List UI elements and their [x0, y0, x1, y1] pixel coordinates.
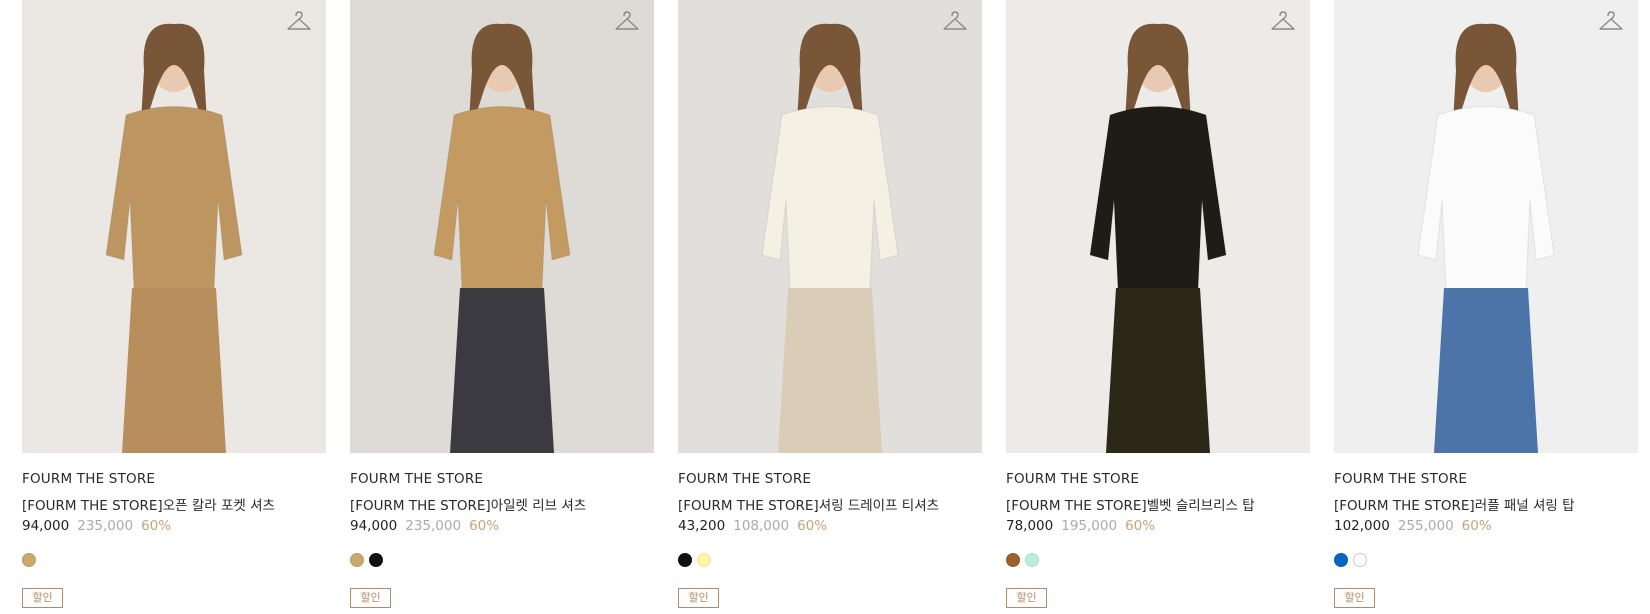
hanger-icon[interactable] [942, 10, 968, 34]
model-bottom [122, 288, 226, 453]
product-name[interactable]: [FOURM THE STORE]셔링 드레이프 티셔츠 [678, 494, 939, 514]
hanger-icon[interactable] [1270, 10, 1296, 34]
product-image[interactable] [1006, 0, 1310, 453]
color-swatch[interactable] [369, 553, 383, 567]
price-row: 94,000 235,000 60% [22, 518, 171, 534]
product-brand: FOURM THE STORE [350, 471, 484, 487]
product-card[interactable]: FOURM THE STORE [FOURM THE STORE]러플 패널 셔… [1334, 0, 1638, 614]
price-row: 43,200 108,000 60% [678, 518, 827, 534]
sale-price: 94,000 [350, 518, 398, 534]
hanger-icon[interactable] [286, 10, 312, 34]
original-price: 255,000 [1397, 518, 1454, 534]
discount-rate: 60% [1461, 518, 1492, 534]
color-swatch[interactable] [678, 553, 692, 567]
sale-price: 94,000 [22, 518, 70, 534]
original-price: 235,000 [77, 518, 134, 534]
sale-badge: 할인 [350, 588, 391, 608]
product-card[interactable]: FOURM THE STORE [FOURM THE STORE]셔링 드레이프… [678, 0, 982, 614]
sale-price: 102,000 [1334, 518, 1390, 534]
model-top [105, 106, 243, 291]
original-price: 235,000 [405, 518, 462, 534]
color-swatch[interactable] [350, 553, 364, 567]
color-swatches [22, 553, 36, 567]
model-bottom [450, 288, 554, 453]
model-bottom [1434, 288, 1538, 453]
price-row: 102,000 255,000 60% [1334, 518, 1492, 534]
color-swatch[interactable] [1334, 553, 1348, 567]
color-swatches [678, 553, 711, 567]
model-bottom [778, 288, 882, 453]
model-figure [1089, 23, 1227, 453]
model-figure [1417, 23, 1555, 453]
hanger-icon[interactable] [614, 10, 640, 34]
original-price: 195,000 [1061, 518, 1118, 534]
product-image[interactable] [350, 0, 654, 453]
model-top [1417, 106, 1555, 291]
color-swatch[interactable] [1353, 553, 1367, 567]
model-bottom [1106, 288, 1210, 453]
product-grid: FOURM THE STORE [FOURM THE STORE]오픈 칼라 포… [0, 0, 1650, 614]
model-figure [433, 23, 571, 453]
discount-rate: 60% [141, 518, 172, 534]
sale-badge: 할인 [1006, 588, 1047, 608]
color-swatches [1006, 553, 1039, 567]
sale-badge: 할인 [22, 588, 63, 608]
color-swatches [350, 553, 383, 567]
hanger-icon[interactable] [1598, 10, 1624, 34]
color-swatch[interactable] [1025, 553, 1039, 567]
color-swatch[interactable] [22, 553, 36, 567]
product-name[interactable]: [FOURM THE STORE]러플 패널 셔링 탑 [1334, 494, 1575, 514]
price-row: 94,000 235,000 60% [350, 518, 499, 534]
product-card[interactable]: FOURM THE STORE [FOURM THE STORE]아일렛 리브 … [350, 0, 654, 614]
product-brand: FOURM THE STORE [1334, 471, 1468, 487]
sale-price: 78,000 [1006, 518, 1054, 534]
product-image[interactable] [678, 0, 982, 453]
model-top [433, 106, 571, 291]
product-card[interactable]: FOURM THE STORE [FOURM THE STORE]오픈 칼라 포… [22, 0, 326, 614]
color-swatches [1334, 553, 1367, 567]
model-figure [761, 23, 899, 453]
product-name[interactable]: [FOURM THE STORE]오픈 칼라 포켓 셔츠 [22, 494, 275, 514]
model-top [761, 106, 899, 291]
product-card[interactable]: FOURM THE STORE [FOURM THE STORE]벨벳 슬리브리… [1006, 0, 1310, 614]
product-brand: FOURM THE STORE [22, 471, 156, 487]
model-top [1089, 106, 1227, 291]
product-name[interactable]: [FOURM THE STORE]아일렛 리브 셔츠 [350, 494, 586, 514]
sale-badge: 할인 [1334, 588, 1375, 608]
sale-badge: 할인 [678, 588, 719, 608]
product-brand: FOURM THE STORE [1006, 471, 1140, 487]
discount-rate: 60% [797, 518, 828, 534]
product-brand: FOURM THE STORE [678, 471, 812, 487]
discount-rate: 60% [469, 518, 500, 534]
color-swatch[interactable] [697, 553, 711, 567]
model-figure [105, 23, 243, 453]
product-image[interactable] [22, 0, 326, 453]
sale-price: 43,200 [678, 518, 726, 534]
original-price: 108,000 [733, 518, 790, 534]
price-row: 78,000 195,000 60% [1006, 518, 1155, 534]
color-swatch[interactable] [1006, 553, 1020, 567]
product-name[interactable]: [FOURM THE STORE]벨벳 슬리브리스 탑 [1006, 494, 1255, 514]
product-image[interactable] [1334, 0, 1638, 453]
discount-rate: 60% [1125, 518, 1156, 534]
